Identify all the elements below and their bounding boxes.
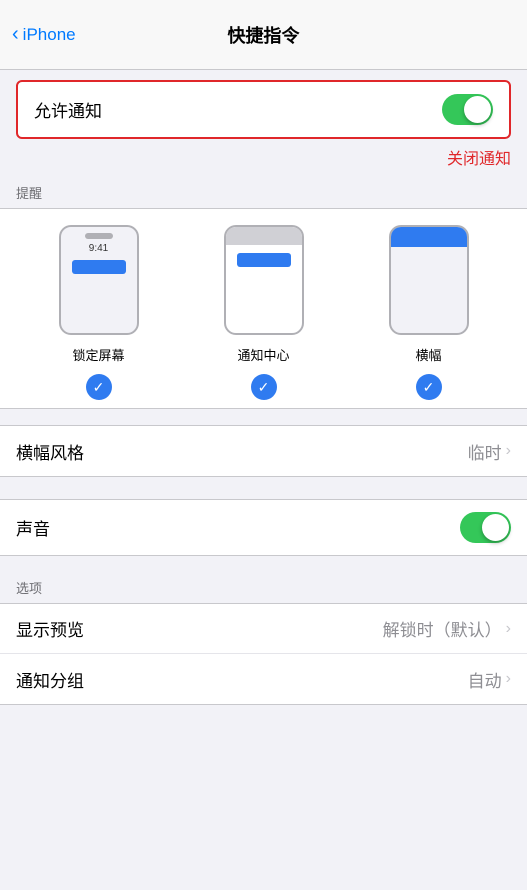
banner-style-item[interactable]: 横幅 ✓ <box>346 225 511 400</box>
allow-notifications-wrapper: 允许通知 <box>0 70 527 139</box>
notif-center-checkmark: ✓ <box>258 379 270 396</box>
banner-style-section: 横幅风格 临时 › <box>0 425 527 477</box>
allow-notifications-toggle[interactable] <box>442 94 493 125</box>
notif-group-row[interactable]: 通知分组 自动 › <box>0 654 527 704</box>
reminders-section-label: 提醒 <box>0 183 527 208</box>
lockscreen-time: 9:41 <box>61 243 137 254</box>
close-notification-button[interactable]: 关闭通知 <box>447 151 511 168</box>
show-preview-value: 解锁时（默认） <box>383 616 502 641</box>
lockscreen-style-item[interactable]: 9:41 锁定屏幕 ✓ <box>16 225 181 400</box>
alert-styles-card: 9:41 锁定屏幕 ✓ 通知中心 ✓ <box>0 208 527 409</box>
banner-label: 横幅 <box>415 345 441 364</box>
watermark-area <box>0 705 527 745</box>
alert-styles-row: 9:41 锁定屏幕 ✓ 通知中心 ✓ <box>0 225 527 400</box>
options-card: 显示预览 解锁时（默认） › 通知分组 自动 › <box>0 603 527 705</box>
toggle-knob <box>464 96 491 123</box>
navigation-bar: ‹ iPhone 快捷指令 <box>0 0 527 70</box>
allow-notifications-card: 允许通知 <box>16 80 511 139</box>
notif-group-value-container: 自动 › <box>468 667 511 692</box>
sound-toggle[interactable] <box>460 512 511 543</box>
show-preview-chevron: › <box>506 620 511 638</box>
notif-group-label: 通知分组 <box>16 667 84 692</box>
banner-style-value: 临时 <box>468 439 502 464</box>
banner-style-chevron: › <box>506 442 511 460</box>
back-label: iPhone <box>23 25 76 45</box>
banner-check[interactable]: ✓ <box>416 374 442 400</box>
back-button[interactable]: ‹ iPhone <box>12 25 76 45</box>
allow-notifications-row: 允许通知 <box>18 82 509 137</box>
lockscreen-label: 锁定屏幕 <box>72 345 124 364</box>
notif-center-stripe <box>226 227 302 245</box>
banner-mockup <box>389 225 469 335</box>
sound-card: 声音 <box>0 499 527 556</box>
allow-notifications-label: 允许通知 <box>34 97 102 122</box>
options-section-label: 选项 <box>0 578 527 603</box>
lockscreen-mockup: 9:41 <box>59 225 139 335</box>
banner-style-card: 横幅风格 临时 › <box>0 425 527 477</box>
notif-group-value: 自动 <box>468 667 502 692</box>
notif-center-bar <box>237 253 291 267</box>
notif-center-style-item[interactable]: 通知中心 ✓ <box>181 225 346 400</box>
notif-group-chevron: › <box>506 670 511 688</box>
banner-style-value-container: 临时 › <box>468 439 511 464</box>
page-title: 快捷指令 <box>228 22 300 48</box>
notif-center-mockup <box>224 225 304 335</box>
show-preview-row[interactable]: 显示预览 解锁时（默认） › <box>0 604 527 654</box>
sound-label: 声音 <box>16 515 50 540</box>
sound-row: 声音 <box>0 500 527 555</box>
show-preview-label: 显示预览 <box>16 616 84 641</box>
sound-section: 声音 <box>0 499 527 556</box>
lockscreen-checkmark: ✓ <box>93 379 105 396</box>
banner-style-row[interactable]: 横幅风格 临时 › <box>0 426 527 476</box>
notif-center-check[interactable]: ✓ <box>251 374 277 400</box>
close-notification-area: 关闭通知 <box>0 139 527 173</box>
banner-style-label: 横幅风格 <box>16 439 84 464</box>
show-preview-value-container: 解锁时（默认） › <box>383 616 511 641</box>
lockscreen-check[interactable]: ✓ <box>86 374 112 400</box>
chevron-left-icon: ‹ <box>12 24 19 44</box>
sound-toggle-knob <box>482 514 509 541</box>
banner-bar <box>391 227 467 247</box>
reminders-section: 提醒 9:41 锁定屏幕 ✓ 通知中心 <box>0 183 527 409</box>
lockscreen-notification-bar <box>72 260 126 274</box>
notif-center-label: 通知中心 <box>237 345 289 364</box>
options-section: 选项 显示预览 解锁时（默认） › 通知分组 自动 › <box>0 578 527 705</box>
banner-checkmark: ✓ <box>423 379 435 396</box>
